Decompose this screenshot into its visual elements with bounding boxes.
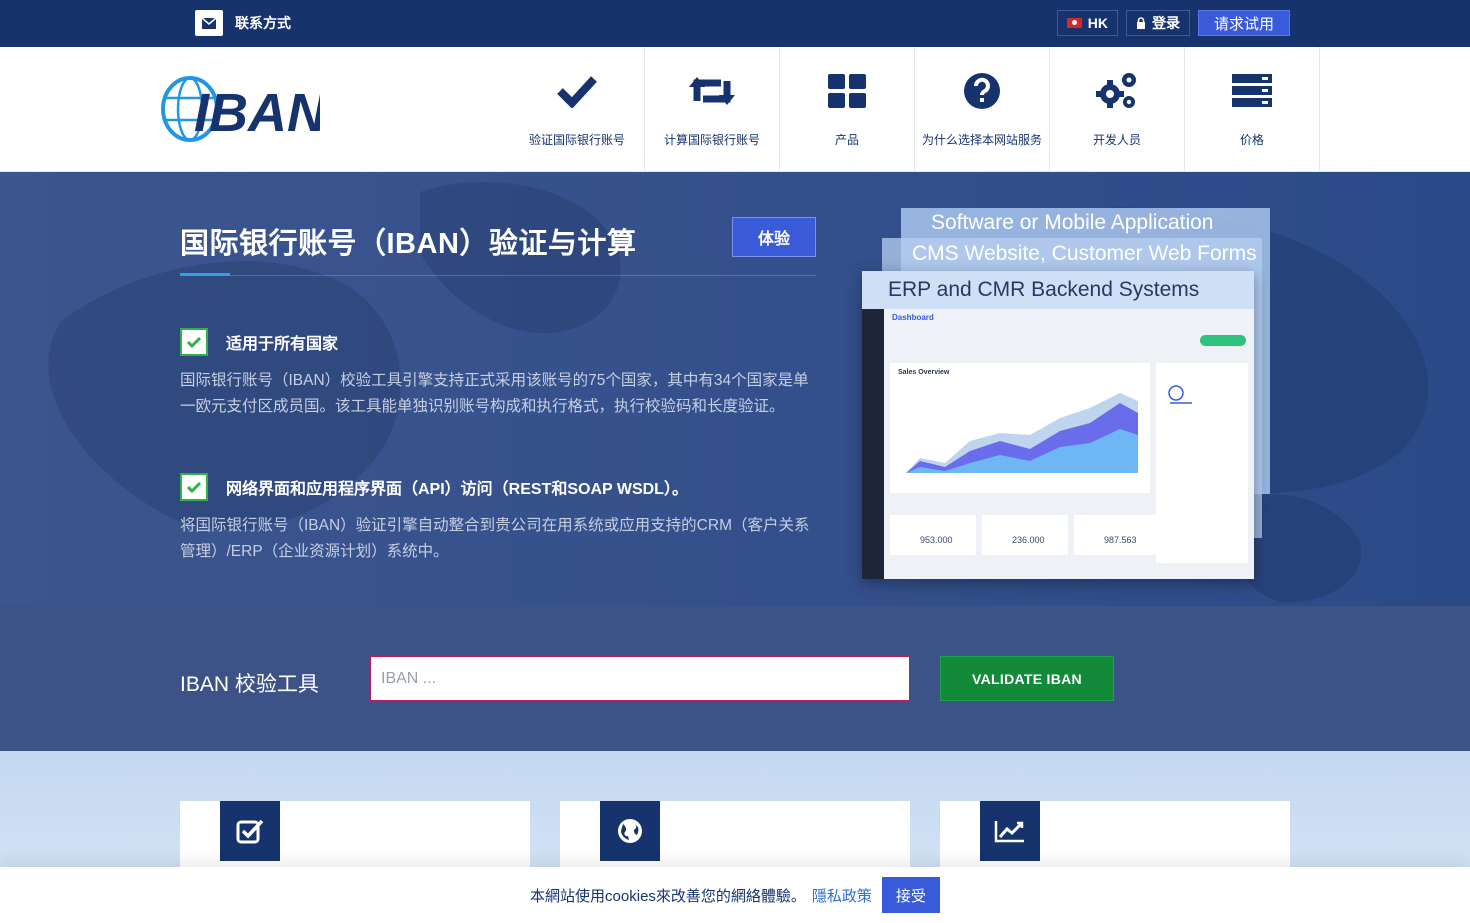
question-icon [958, 69, 1006, 113]
nav-validate-iban[interactable]: 验证国际银行账号 [510, 47, 645, 172]
nav-label: 验证国际银行账号 [528, 133, 625, 147]
dashboard-stat-expense: 236.000 [982, 515, 1068, 555]
mockup-label-cms: CMS Website, Customer Web Forms [912, 242, 1257, 265]
nav-label: 计算国际银行账号 [663, 133, 760, 147]
contact-label: 联系方式 [235, 15, 291, 31]
dashboard-stat-value: 236.000 [1012, 535, 1045, 545]
login-button[interactable]: 登录 [1125, 10, 1190, 36]
main-nav: 验证国际银行账号 计算国际银行账号 产品 为什么选择本网站服务 开发人员 价格 [510, 47, 1320, 172]
grid-icon [823, 69, 871, 113]
hero-title: 国际银行账号（IBAN）验证与计算 [180, 228, 637, 260]
check-icon [180, 328, 208, 356]
dashboard-stat-income: 953.000 [890, 515, 976, 555]
mockup-label-erp: ERP and CMR Backend Systems [862, 271, 1254, 309]
nav-why-us[interactable]: 为什么选择本网站服务 [915, 47, 1050, 172]
feature-body: 国际银行账号（IBAN）校验工具引擎支持正式采用该账号的75个国家，其中有34个… [180, 372, 809, 415]
feature-api-access: 网络界面和应用程序界面（API）访问（REST和SOAP WSDL）。 将国际银… [180, 473, 820, 565]
nav-label: 开发人员 [1092, 133, 1141, 147]
privacy-policy-link[interactable]: 隱私政策 [812, 885, 872, 906]
line-chart-icon [980, 801, 1040, 861]
dashboard-stat-assets: 987.563 [1074, 515, 1160, 555]
logo-text: IBAN [194, 83, 320, 143]
dashboard-screenshot: Dashboard Sales Overview 953.000 236.000… [862, 309, 1254, 579]
request-trial-button[interactable]: 请求试用 [1197, 10, 1290, 36]
dashboard-sidebar [862, 309, 884, 579]
nav-products[interactable]: 产品 [780, 47, 915, 172]
cookie-banner: 本網站使用cookies來改善您的網絡體驗。 隱私政策 接受 [0, 867, 1470, 923]
check-square-icon [220, 801, 280, 861]
contact-link[interactable]: 联系方式 [195, 10, 291, 36]
dashboard-stat-value: 987.563 [1104, 535, 1137, 545]
hero-section: 国际银行账号（IBAN）验证与计算 体验 适用于所有国家 国际银行账号（IBAN… [0, 172, 1470, 606]
top-bar: 联系方式 HK 登录 请求试用 [0, 0, 1470, 47]
validate-iban-button[interactable]: VALIDATE IBAN [940, 656, 1114, 701]
hero-divider-accent [180, 273, 230, 276]
nav-pricing[interactable]: 价格 [1185, 47, 1320, 172]
hero-divider [180, 275, 816, 276]
nav-label: 产品 [834, 133, 859, 147]
globe-icon [600, 801, 660, 861]
cookie-accept-button[interactable]: 接受 [881, 877, 940, 913]
main-header: IBAN 验证国际银行账号 计算国际银行账号 产品 为什么选择本网站服务 开发人… [0, 47, 1470, 172]
product-mockup: Software or Mobile Application CMS Websi… [862, 208, 1272, 580]
server-icon [1228, 69, 1276, 113]
envelope-icon [195, 10, 223, 36]
iban-logo[interactable]: IBAN [160, 74, 327, 144]
feature-all-countries: 适用于所有国家 国际银行账号（IBAN）校验工具引擎支持正式采用该账号的75个国… [180, 328, 820, 420]
trial-label: 请求试用 [1213, 15, 1274, 33]
region-label: HK [1087, 15, 1108, 31]
dashboard-stat-value: 953.000 [920, 535, 953, 545]
iban-input[interactable] [370, 656, 910, 701]
feature-title: 适用于所有国家 [226, 336, 339, 353]
dashboard-weather-card [1156, 363, 1248, 563]
iban-validator-section: IBAN 校验工具 VALIDATE IBAN [0, 606, 1470, 751]
dashboard-create-button [1200, 335, 1246, 346]
nav-calculate-iban[interactable]: 计算国际银行账号 [645, 47, 780, 172]
hk-flag-icon [1066, 18, 1082, 28]
region-selector[interactable]: HK [1056, 10, 1118, 36]
gears-icon [1093, 69, 1141, 113]
retweet-icon [688, 69, 736, 113]
nav-developers[interactable]: 开发人员 [1050, 47, 1185, 172]
nav-label: 为什么选择本网站服务 [921, 133, 1042, 147]
mockup-layer-erp: ERP and CMR Backend Systems Dashboard Sa… [862, 271, 1254, 579]
validator-label: IBAN 校验工具 [180, 673, 319, 696]
feature-title: 网络界面和应用程序界面（API）访问（REST和SOAP WSDL）。 [226, 481, 688, 498]
dashboard-sales-chart: Sales Overview [890, 363, 1150, 493]
nav-label: 价格 [1239, 133, 1264, 147]
try-button[interactable]: 体验 [732, 217, 816, 257]
dashboard-title: Dashboard [892, 313, 934, 322]
mockup-label-software: Software or Mobile Application [931, 211, 1214, 234]
cookie-text: 本網站使用cookies來改善您的網絡體驗。 [530, 887, 806, 905]
lock-icon [1136, 17, 1145, 29]
check-icon [180, 473, 208, 501]
feature-body: 将国际银行账号（IBAN）验证引擎自动整合到贵公司在用系统或应用支持的CRM（客… [180, 517, 810, 560]
checkmark-icon [553, 69, 601, 113]
login-label: 登录 [1151, 15, 1180, 31]
